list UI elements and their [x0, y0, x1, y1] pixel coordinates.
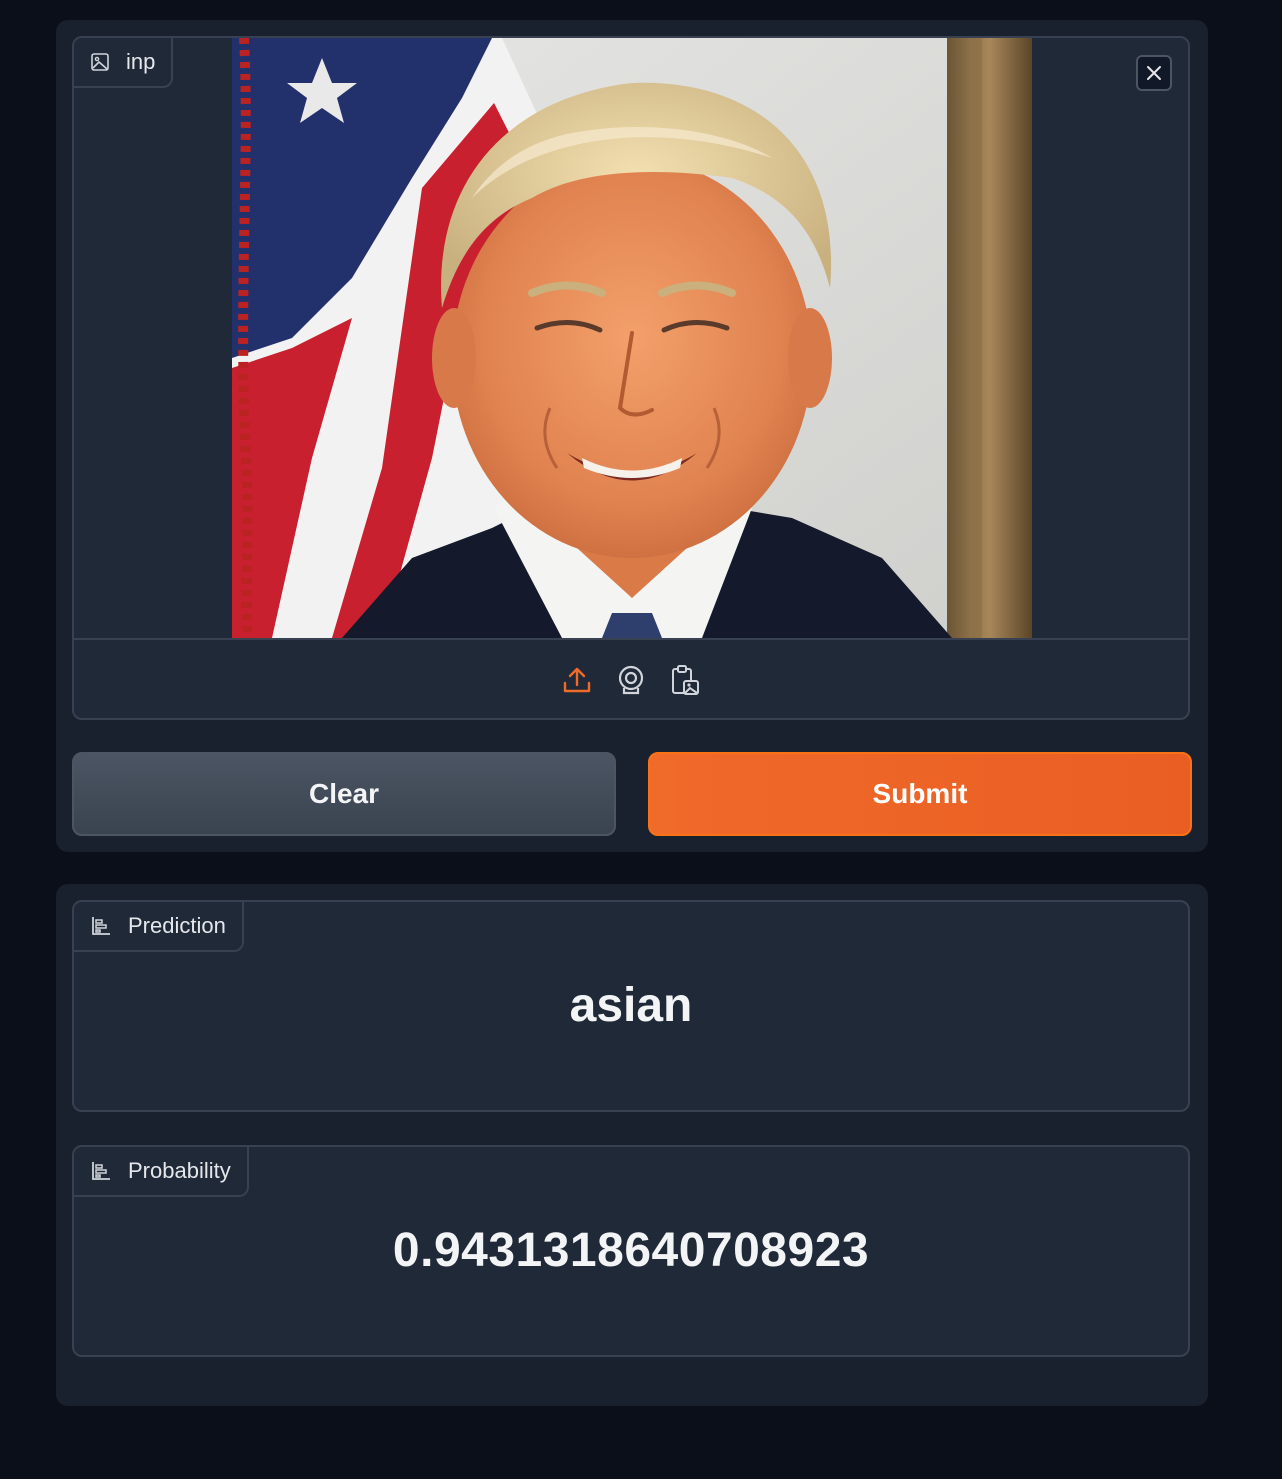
clipboard-image-icon [672, 665, 699, 695]
prediction-output-block: Prediction asian [72, 900, 1190, 1112]
webcam-source-button[interactable] [615, 663, 647, 697]
remove-image-button[interactable] [1136, 55, 1172, 91]
prediction-label: Prediction [74, 902, 244, 952]
image-input-label-text: inp [126, 49, 156, 74]
image-input-label: inp [74, 38, 174, 88]
bar-chart-icon [90, 1160, 112, 1182]
prediction-value: asian [569, 979, 693, 1032]
clear-button[interactable]: Clear [72, 752, 616, 836]
webcam-icon [618, 665, 644, 695]
output-panel: Prediction asian Probability 0.943131864… [56, 884, 1208, 1406]
probability-label-text: Probability [128, 1158, 231, 1183]
upload-icon [563, 667, 591, 693]
probability-label: Probability [74, 1147, 249, 1197]
image-icon [90, 52, 110, 72]
image-source-bar [74, 638, 1188, 718]
bar-chart-icon [90, 915, 112, 937]
submit-button[interactable]: Submit [648, 752, 1192, 836]
close-icon [1147, 66, 1161, 80]
probability-output-block: Probability 0.9431318640708923 [72, 1145, 1190, 1357]
image-preview [74, 38, 1188, 638]
image-input-block: inp [72, 36, 1190, 720]
clipboard-source-button[interactable] [669, 663, 701, 697]
uploaded-photo [232, 38, 1032, 638]
prediction-label-text: Prediction [128, 913, 226, 938]
upload-source-button[interactable] [561, 663, 593, 697]
input-panel: inp Clear Submit [56, 20, 1208, 852]
probability-value: 0.9431318640708923 [392, 1224, 870, 1277]
